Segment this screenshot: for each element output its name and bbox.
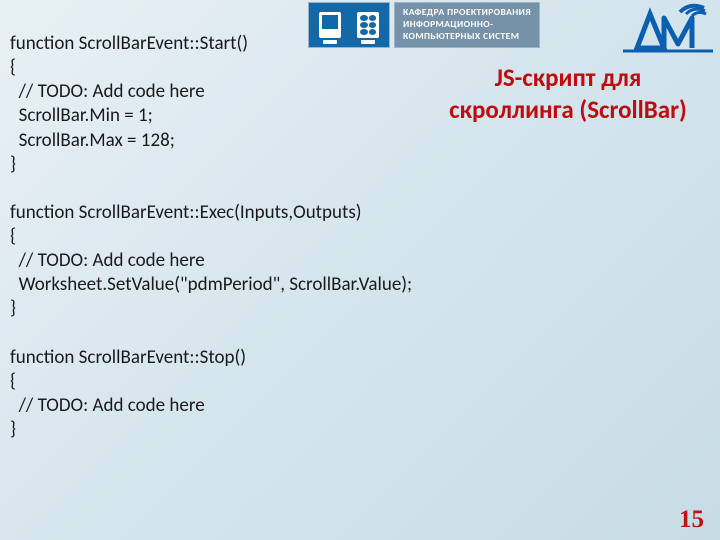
slide-title: JS-скрипт для скроллинга (ScrollBar) xyxy=(438,62,698,126)
page-number: 15 xyxy=(679,506,704,534)
dept-name-badge: КАФЕДРА ПРОЕКТИРОВАНИЯ ИНФОРМАЦИОННО- КО… xyxy=(394,2,540,48)
logo-am-icon xyxy=(620,0,716,54)
code-block: function ScrollBarEvent::Start() { // TO… xyxy=(10,32,412,442)
